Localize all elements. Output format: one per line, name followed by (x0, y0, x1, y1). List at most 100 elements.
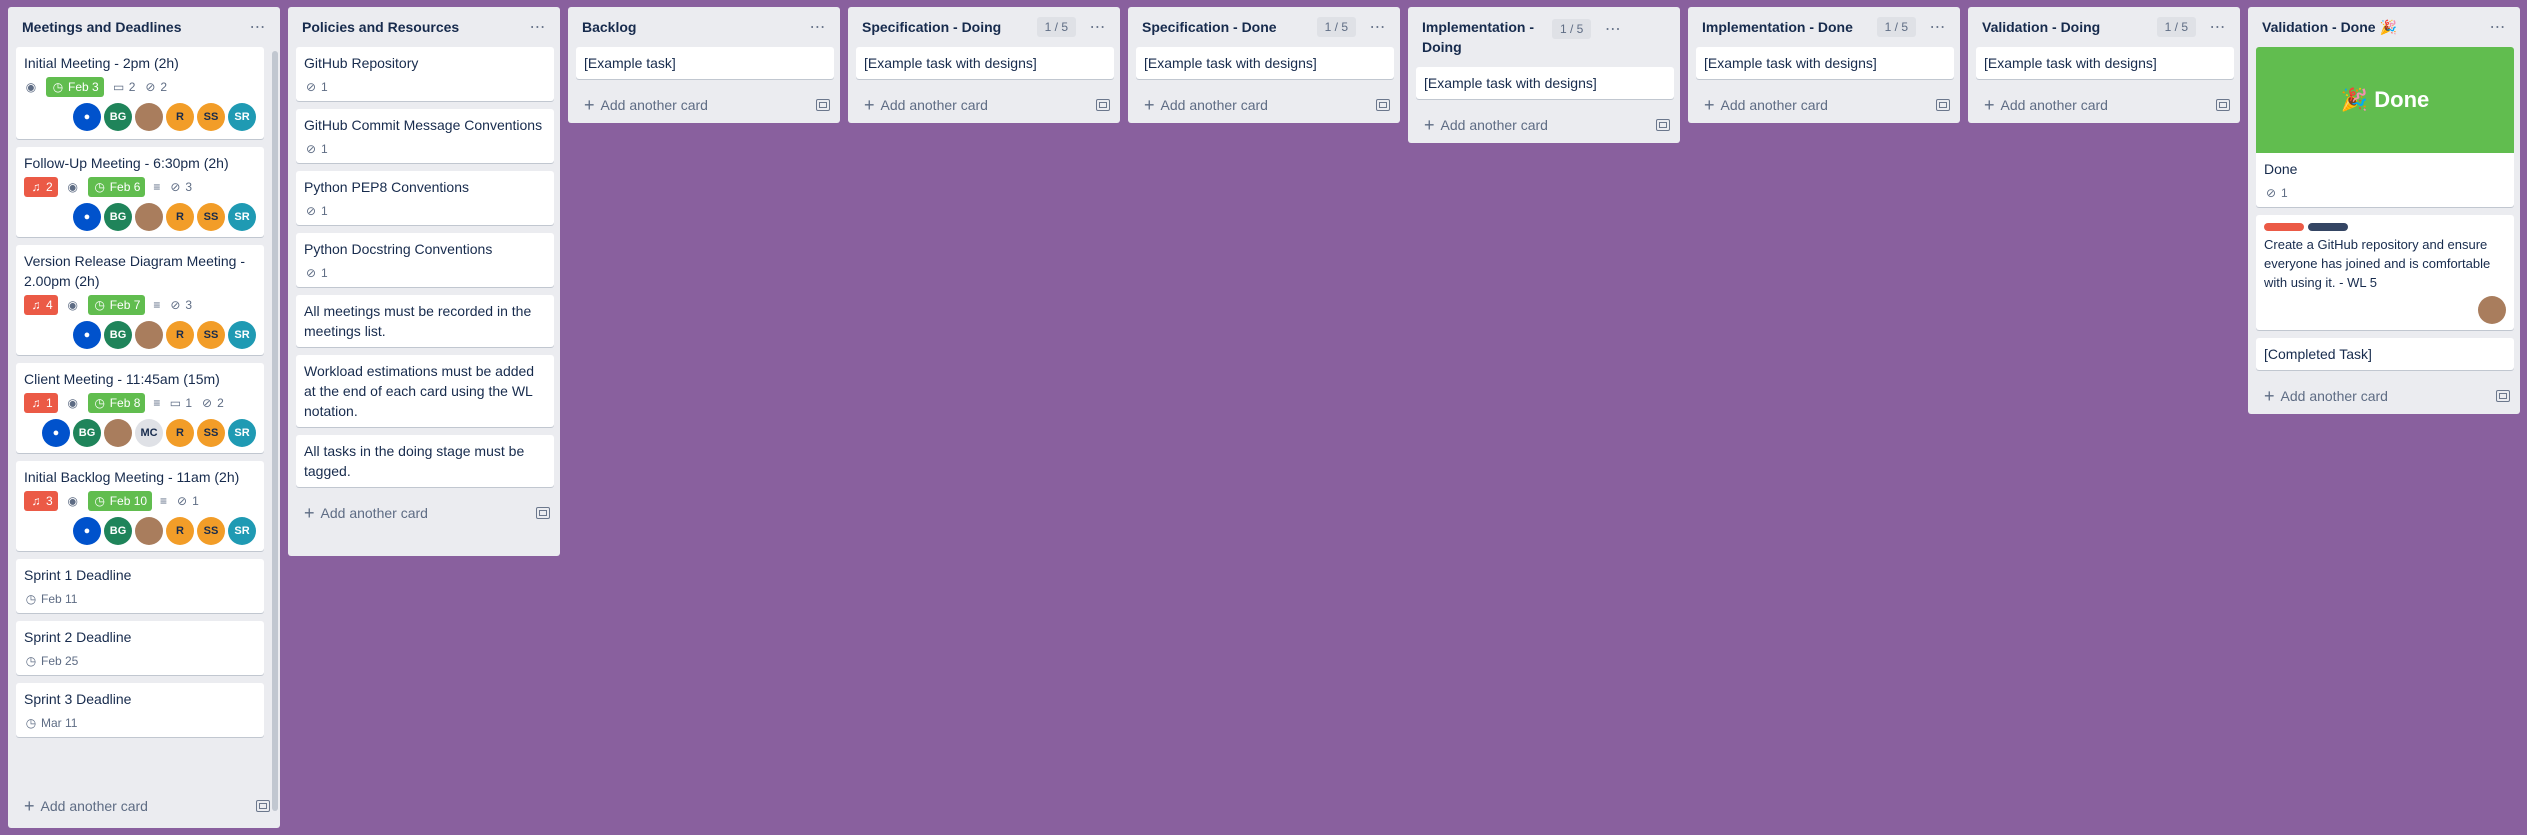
card[interactable]: Version Release Diagram Meeting - 2.00pm… (16, 245, 264, 355)
list-title[interactable]: Specification - Done (1142, 17, 1317, 37)
card[interactable]: Python PEP8 Conventions ⊘ 1 (296, 171, 554, 225)
avatar-sr[interactable]: SR (228, 419, 256, 447)
avatar-bg[interactable]: BG (104, 517, 132, 545)
list-backlog[interactable]: Backlog ⋯ [Example task] + Add another c… (568, 7, 840, 123)
card[interactable]: [Example task with designs] (1136, 47, 1394, 79)
due-date-badge[interactable]: ◷ Feb 8 (87, 393, 146, 413)
due-date-badge[interactable]: ◷ Feb 11 (24, 589, 78, 609)
card[interactable]: All tasks in the doing stage must be tag… (296, 435, 554, 487)
list-menu-icon[interactable]: ⋯ (2206, 15, 2230, 39)
add-card-button[interactable]: + Add another card (856, 87, 1114, 123)
card[interactable]: Python Docstring Conventions ⊘ 1 (296, 233, 554, 287)
list-title[interactable]: Validation - Doing (1982, 17, 2157, 37)
avatar-photo[interactable] (2478, 296, 2506, 324)
due-date-badge[interactable]: ◷ Feb 3 (46, 77, 104, 97)
avatar-photo[interactable] (135, 203, 163, 231)
card-template-icon[interactable] (536, 507, 550, 519)
avatar-sr[interactable]: SR (228, 321, 256, 349)
list-header[interactable]: Specification - Done 1 / 5 ⋯ (1136, 7, 1394, 47)
avatar-ss[interactable]: SS (197, 517, 225, 545)
list-header[interactable]: Implementation - Done 1 / 5 ⋯ (1696, 7, 1954, 47)
card-template-icon[interactable] (816, 99, 830, 111)
list-header[interactable]: Validation - Done 🎉 ⋯ (2256, 7, 2514, 47)
list-menu-icon[interactable]: ⋯ (1366, 15, 1390, 39)
avatar-photo[interactable] (104, 419, 132, 447)
card[interactable]: [Example task with designs] (1696, 47, 1954, 79)
avatar-member-user-icon[interactable]: ● (73, 203, 101, 231)
card[interactable]: Create a GitHub repository and ensure ev… (2256, 215, 2514, 330)
card-template-icon[interactable] (1376, 99, 1390, 111)
avatar-r[interactable]: R (166, 517, 194, 545)
list-header[interactable]: Meetings and Deadlines ⋯ (16, 7, 274, 47)
avatar-bg[interactable]: BG (104, 321, 132, 349)
card-labels[interactable] (2264, 223, 2506, 231)
avatar-member-user-icon[interactable]: ● (73, 321, 101, 349)
list-header[interactable]: Backlog ⋯ (576, 7, 834, 47)
list-menu-icon[interactable]: ⋯ (806, 15, 830, 39)
card[interactable]: GitHub Repository ⊘ 1 (296, 47, 554, 101)
card[interactable]: All meetings must be recorded in the mee… (296, 295, 554, 347)
add-card-button[interactable]: + Add another card (2256, 378, 2514, 414)
avatar-ss[interactable]: SS (197, 203, 225, 231)
avatar-ss[interactable]: SS (197, 321, 225, 349)
card[interactable]: [Example task with designs] (1416, 67, 1674, 99)
avatar-member-user-icon[interactable]: ● (73, 103, 101, 131)
card[interactable]: [Example task with designs] (1976, 47, 2234, 79)
list-title[interactable]: Meetings and Deadlines (22, 17, 246, 37)
card-template-icon[interactable] (2496, 390, 2510, 402)
avatar-photo[interactable] (135, 321, 163, 349)
label-red[interactable] (2264, 223, 2304, 231)
avatar-sr[interactable]: SR (228, 203, 256, 231)
avatar-bg[interactable]: BG (73, 419, 101, 447)
list-menu-icon[interactable]: ⋯ (1926, 15, 1950, 39)
avatar-ss[interactable]: SS (197, 103, 225, 131)
label-navy[interactable] (2308, 223, 2348, 231)
card[interactable]: [Example task with designs] (856, 47, 1114, 79)
due-date-badge[interactable]: ◷ Mar 11 (24, 713, 78, 733)
avatar-photo[interactable] (135, 103, 163, 131)
avatar-mc[interactable]: MC (135, 419, 163, 447)
avatar-bg[interactable]: BG (104, 203, 132, 231)
card[interactable]: 🎉 Done Done ⊘ 1 (2256, 47, 2514, 207)
list-menu-icon[interactable]: ⋯ (246, 15, 270, 39)
card-template-icon[interactable] (256, 800, 270, 812)
avatar-sr[interactable]: SR (228, 517, 256, 545)
list-title[interactable]: Implementation - Done (1702, 17, 1877, 37)
list-menu-icon[interactable]: ⋯ (1601, 17, 1625, 41)
list-title[interactable]: Implementation - Doing (1422, 17, 1552, 57)
avatar-r[interactable]: R (166, 103, 194, 131)
add-card-button[interactable]: + Add another card (16, 788, 274, 824)
avatar-member-user-icon[interactable]: ● (73, 517, 101, 545)
list-header[interactable]: Implementation - Doing 1 / 5 ⋯ (1416, 7, 1674, 67)
list-specification-doing[interactable]: Specification - Doing 1 / 5 ⋯ [Example t… (848, 7, 1120, 123)
list-validation-doing[interactable]: Validation - Doing 1 / 5 ⋯ [Example task… (1968, 7, 2240, 123)
add-card-button[interactable]: + Add another card (1696, 87, 1954, 123)
due-date-badge[interactable]: ◷ Feb 25 (24, 651, 79, 671)
card-template-icon[interactable] (1656, 119, 1670, 131)
card[interactable]: Sprint 3 Deadline ◷ Mar 11 (16, 683, 264, 737)
add-card-button[interactable]: + Add another card (1416, 107, 1674, 143)
card[interactable]: Sprint 1 Deadline ◷ Feb 11 (16, 559, 264, 613)
avatar-bg[interactable]: BG (104, 103, 132, 131)
list-header[interactable]: Specification - Doing 1 / 5 ⋯ (856, 7, 1114, 47)
card[interactable]: GitHub Commit Message Conventions ⊘ 1 (296, 109, 554, 163)
list-implementation-doing[interactable]: Implementation - Doing 1 / 5 ⋯ [Example … (1408, 7, 1680, 143)
avatar-photo[interactable] (135, 517, 163, 545)
avatar-r[interactable]: R (166, 419, 194, 447)
list-menu-icon[interactable]: ⋯ (2486, 15, 2510, 39)
card[interactable]: [Completed Task] (2256, 338, 2514, 370)
add-card-button[interactable]: + Add another card (1976, 87, 2234, 123)
list-title[interactable]: Policies and Resources (302, 17, 526, 37)
avatar-r[interactable]: R (166, 321, 194, 349)
card[interactable]: Follow-Up Meeting - 6:30pm (2h) ♫ 2 ◉ ◷ Fe… (16, 147, 264, 237)
due-date-badge[interactable]: ◷ Feb 7 (87, 295, 146, 315)
list-title[interactable]: Specification - Doing (862, 17, 1037, 37)
card-template-icon[interactable] (1096, 99, 1110, 111)
list-meetings-and-deadlines[interactable]: Meetings and Deadlines ⋯ Initial Meeting… (8, 7, 280, 828)
card[interactable]: Sprint 2 Deadline ◷ Feb 25 (16, 621, 264, 675)
list-menu-icon[interactable]: ⋯ (1086, 15, 1110, 39)
card[interactable]: Client Meeting - 11:45am (15m) ♫ 1 ◉ ◷ Feb… (16, 363, 264, 453)
card-template-icon[interactable] (1936, 99, 1950, 111)
list-title[interactable]: Validation - Done 🎉 (2262, 17, 2486, 37)
card[interactable]: [Example task] (576, 47, 834, 79)
